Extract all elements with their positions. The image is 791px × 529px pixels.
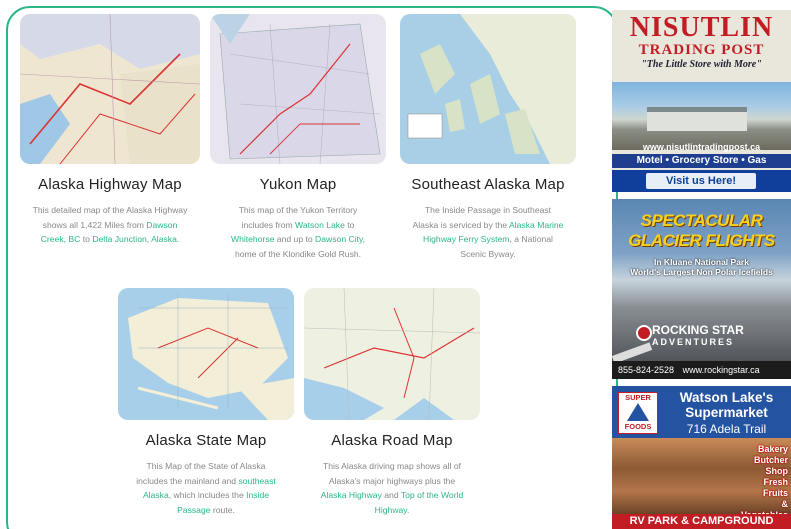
whitehorse-link[interactable]: Whitehorse bbox=[231, 234, 274, 244]
ad-watson-lake-supermarket[interactable]: SUPER FOODS Watson Lake's Supermarket 71… bbox=[612, 386, 791, 529]
ad-tagline: "The Little Store with More" bbox=[641, 59, 762, 70]
triangle-icon bbox=[627, 403, 649, 421]
ad-cta-bar: Visit us Here! bbox=[612, 170, 791, 192]
ad-footer: RV PARK & CAMPGROUND bbox=[612, 514, 791, 529]
super-foods-logo: SUPER FOODS bbox=[618, 392, 658, 434]
ad-brand-sub: TRADING POST bbox=[638, 42, 765, 58]
delta-junction-link[interactable]: Delta Junction, Alaska bbox=[92, 234, 177, 244]
watson-lake-link[interactable]: Watson Lake bbox=[295, 220, 345, 230]
ad-glacier-flights[interactable]: SPECTACULAR GLACIER FLIGHTS In Kluane Na… bbox=[612, 199, 791, 379]
yukon-map-thumbnail[interactable] bbox=[210, 14, 386, 164]
map-title: Yukon Map bbox=[259, 176, 337, 193]
map-description: This Alaska driving map shows all of Ala… bbox=[320, 461, 464, 515]
map-card-alaska-road[interactable]: Alaska Road Map This Alaska driving map … bbox=[304, 288, 480, 517]
map-description: This detailed map of the Alaska Highway … bbox=[32, 205, 188, 244]
alaska-state-map-thumbnail[interactable] bbox=[118, 288, 294, 420]
ad-store-name: Watson Lake's Supermarket bbox=[679, 390, 774, 420]
ad-headline: SPECTACULAR GLACIER FLIGHTS bbox=[628, 211, 775, 250]
map-description: The Inside Passage in Southeast Alaska i… bbox=[412, 205, 564, 259]
map-title: Alaska Road Map bbox=[331, 432, 453, 449]
ad-nisutlin-trading-post[interactable]: NISUTLIN TRADING POST "The Little Store … bbox=[612, 10, 791, 192]
ad-url: www.nisutlintradingpost.ca bbox=[642, 142, 761, 152]
ad-address: 716 Adela Trail bbox=[686, 422, 767, 436]
alaska-highway-link[interactable]: Alaska Highway bbox=[321, 490, 382, 500]
ad-subline-1: In Kluane National Park bbox=[654, 257, 749, 267]
dawson-city-link[interactable]: Dawson City bbox=[315, 234, 363, 244]
rocking-star-logo: ROCKING STAR ADVENTURES bbox=[652, 323, 744, 347]
ad-contact: 855-824-2528 www.rockingstar.ca bbox=[612, 361, 791, 379]
ad-brand: NISUTLIN bbox=[629, 12, 774, 43]
ad-subline-2: World's Largest Non Polar Icefields bbox=[630, 267, 773, 277]
map-card-alaska-highway[interactable]: Alaska Highway Map This detailed map of … bbox=[20, 14, 200, 247]
alaska-highway-map-thumbnail[interactable] bbox=[20, 14, 200, 164]
map-card-alaska-state[interactable]: Alaska State Map This Map of the State o… bbox=[118, 288, 294, 517]
map-description: This map of the Yukon Territory includes… bbox=[230, 205, 366, 259]
map-description: This Map of the State of Alaska includes… bbox=[136, 461, 276, 515]
map-title: Southeast Alaska Map bbox=[411, 176, 565, 193]
map-title: Alaska State Map bbox=[145, 432, 267, 449]
map-card-southeast-alaska[interactable]: Southeast Alaska Map The Inside Passage … bbox=[400, 14, 576, 261]
star-logo-icon bbox=[636, 325, 652, 341]
southeast-alaska-map-thumbnail[interactable] bbox=[400, 14, 576, 164]
map-card-yukon[interactable]: Yukon Map This map of the Yukon Territor… bbox=[210, 14, 386, 261]
ad-departments: Bakery Butcher Shop Fresh Fruits & Veget… bbox=[741, 444, 788, 520]
visit-us-button[interactable]: Visit us Here! bbox=[646, 173, 756, 189]
alaska-road-map-thumbnail[interactable] bbox=[304, 288, 480, 420]
map-title: Alaska Highway Map bbox=[38, 176, 182, 193]
ad-services: Motel • Grocery Store • Gas bbox=[612, 154, 791, 168]
store-building-image bbox=[647, 107, 747, 131]
